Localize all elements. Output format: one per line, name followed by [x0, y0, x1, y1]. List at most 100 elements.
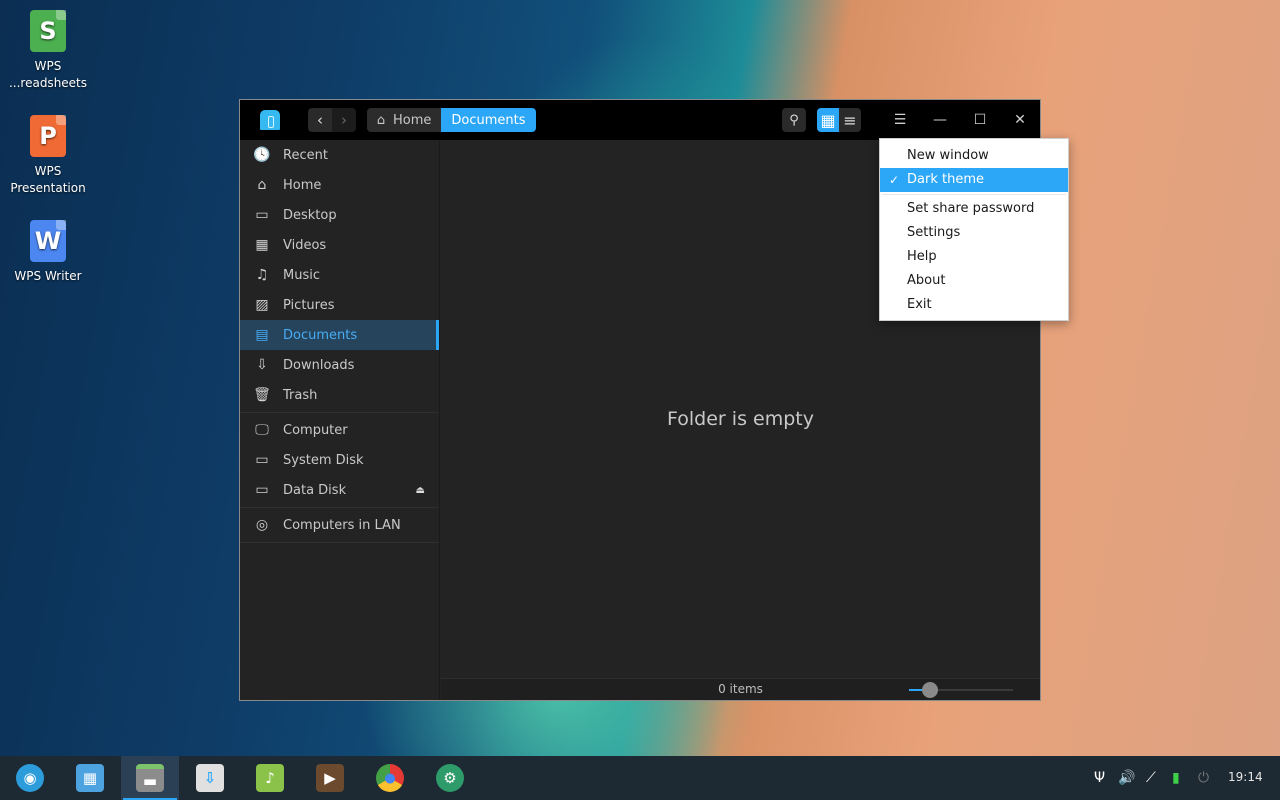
sidebar-item-recent[interactable]: 🕓 Recent	[240, 140, 439, 170]
sidebar-item-videos[interactable]: ▦ Videos	[240, 230, 439, 260]
menu-item-exit[interactable]: Exit	[880, 293, 1068, 317]
power-icon: ⏻	[1198, 770, 1210, 786]
usb-tray-button[interactable]: Ψ	[1094, 756, 1105, 800]
sidebar: 🕓 Recent ⌂ Home ▭ Desktop ▦ Videos ♫ Mus…	[240, 140, 440, 700]
disk-icon: ▭	[255, 452, 269, 468]
icon-size-slider[interactable]	[909, 682, 1013, 698]
sidebar-item-trash[interactable]: 🗑 Trash	[240, 380, 439, 410]
desktop-icon-wps-presentation[interactable]: P WPS Presentation	[8, 115, 88, 197]
grid-view-button[interactable]: ▦	[817, 108, 839, 132]
empty-folder-message: Folder is empty	[667, 408, 814, 430]
dock-multitasking-view[interactable]: ▦	[61, 756, 119, 800]
menu-item-new-window[interactable]: New window	[880, 144, 1068, 168]
sidebar-item-data-disk[interactable]: ▭ Data Disk ⏏	[240, 475, 439, 505]
sidebar-divider	[240, 412, 439, 413]
slider-handle[interactable]	[921, 682, 938, 698]
desktop-icon-label: WPS	[34, 164, 62, 178]
clock-icon: 🕓	[253, 147, 271, 163]
eject-icon[interactable]: ⏏	[416, 485, 425, 496]
monitor-icon: 🖵	[255, 422, 269, 438]
menu-item-dark-theme[interactable]: ✓ Dark theme	[880, 168, 1068, 192]
picture-icon: ▨	[255, 297, 269, 313]
dock-chrome-browser[interactable]: ●	[361, 756, 419, 800]
sidebar-divider	[240, 507, 439, 508]
app-store-icon: ⇩	[196, 764, 224, 792]
menu-item-settings[interactable]: Settings	[880, 221, 1068, 245]
sidebar-item-label: Trash	[283, 387, 318, 403]
title-bar: ‹ › ⌂ Home Documents ⚲ ▦ ≡ ☰ — ☐ ✕	[240, 100, 1040, 140]
navigation-buttons: ‹ ›	[308, 108, 356, 132]
checkmark-icon: ✓	[889, 173, 900, 187]
minimize-icon: —	[933, 112, 947, 128]
wps-spreadsheets-icon: S	[30, 10, 66, 52]
main-menu-button[interactable]: ☰	[885, 108, 915, 132]
video-player-icon: ▶	[316, 764, 344, 792]
control-center-icon: ⚙	[436, 764, 464, 792]
file-manager-icon: ▬	[136, 764, 164, 792]
network-icon: ⟋	[1146, 770, 1156, 786]
desktop-icon-label: WPS Writer	[14, 269, 82, 283]
status-bar: 0 items	[441, 678, 1040, 700]
breadcrumb-label: Documents	[451, 112, 526, 128]
grid-view-icon: ▦	[820, 110, 836, 130]
dock-app-store[interactable]: ⇩	[181, 756, 239, 800]
sidebar-item-desktop[interactable]: ▭ Desktop	[240, 200, 439, 230]
clock[interactable]: 19:14	[1228, 770, 1263, 784]
forward-button[interactable]: ›	[332, 108, 356, 132]
sidebar-item-music[interactable]: ♫ Music	[240, 260, 439, 290]
dock-launcher[interactable]: ◉	[1, 756, 59, 800]
menu-item-set-share-password[interactable]: Set share password	[880, 197, 1068, 221]
hamburger-menu-icon: ☰	[893, 112, 907, 128]
sidebar-item-home[interactable]: ⌂ Home	[240, 170, 439, 200]
wps-writer-icon: W	[30, 220, 66, 262]
volume-icon: 🔊	[1118, 770, 1136, 786]
sidebar-item-system-disk[interactable]: ▭ System Disk	[240, 445, 439, 475]
breadcrumb-documents[interactable]: Documents	[441, 108, 536, 132]
sidebar-divider	[240, 542, 439, 543]
sidebar-item-label: Home	[283, 177, 322, 193]
music-note-icon: ♫	[255, 267, 269, 283]
breadcrumb-home[interactable]: ⌂ Home	[367, 108, 442, 132]
network-globe-icon: ◎	[255, 517, 269, 533]
file-manager-logo-icon	[260, 110, 280, 130]
dock-control-center[interactable]: ⚙	[421, 756, 479, 800]
menu-item-help[interactable]: Help	[880, 245, 1068, 269]
menu-item-about[interactable]: About	[880, 269, 1068, 293]
sidebar-item-pictures[interactable]: ▨ Pictures	[240, 290, 439, 320]
back-button[interactable]: ‹	[308, 108, 332, 132]
close-icon: ✕	[1014, 112, 1026, 128]
minimize-button[interactable]: —	[925, 108, 955, 132]
sidebar-item-label: Computer	[283, 422, 348, 438]
search-icon: ⚲	[789, 112, 799, 128]
sidebar-item-computer[interactable]: 🖵 Computer	[240, 415, 439, 445]
desktop-icon-wps-writer[interactable]: W WPS Writer	[8, 220, 88, 285]
maximize-icon: ☐	[973, 112, 987, 128]
volume-tray-button[interactable]: 🔊	[1118, 756, 1135, 800]
desktop-icon-label: WPS	[34, 59, 62, 73]
sidebar-item-label: Recent	[283, 147, 328, 163]
battery-icon: ▮	[1172, 770, 1180, 786]
maximize-button[interactable]: ☐	[965, 108, 995, 132]
close-button[interactable]: ✕	[1005, 108, 1035, 132]
dock-video-player[interactable]: ▶	[301, 756, 359, 800]
sidebar-item-computers-in-lan[interactable]: ◎ Computers in LAN	[240, 510, 439, 540]
network-tray-button[interactable]: ⟋	[1146, 756, 1156, 800]
sidebar-item-label: Desktop	[283, 207, 337, 223]
power-tray-button[interactable]: ⏻	[1198, 756, 1209, 800]
chrome-icon: ●	[376, 764, 404, 792]
list-view-button[interactable]: ≡	[839, 108, 861, 132]
search-button[interactable]: ⚲	[782, 108, 806, 132]
dock-file-manager[interactable]: ▬	[121, 756, 179, 800]
sidebar-item-documents[interactable]: ▤ Documents	[240, 320, 439, 350]
home-icon: ⌂	[257, 177, 267, 193]
battery-tray-button[interactable]: ▮	[1172, 756, 1180, 800]
sidebar-item-label: Computers in LAN	[283, 517, 401, 533]
film-icon: ▦	[255, 237, 269, 253]
view-mode-toggle: ▦ ≡	[817, 108, 861, 132]
taskbar: ◉ ▦ ▬ ⇩ ♪ ▶ ● ⚙ Ψ 🔊 ⟋ ▮ ⏻ 19:14	[0, 756, 1280, 800]
sidebar-item-label: Downloads	[283, 357, 355, 373]
music-player-icon: ♪	[256, 764, 284, 792]
desktop-icon-wps-spreadsheets[interactable]: S WPS ...readsheets	[8, 10, 88, 92]
sidebar-item-downloads[interactable]: ⇩ Downloads	[240, 350, 439, 380]
dock-music-player[interactable]: ♪	[241, 756, 299, 800]
